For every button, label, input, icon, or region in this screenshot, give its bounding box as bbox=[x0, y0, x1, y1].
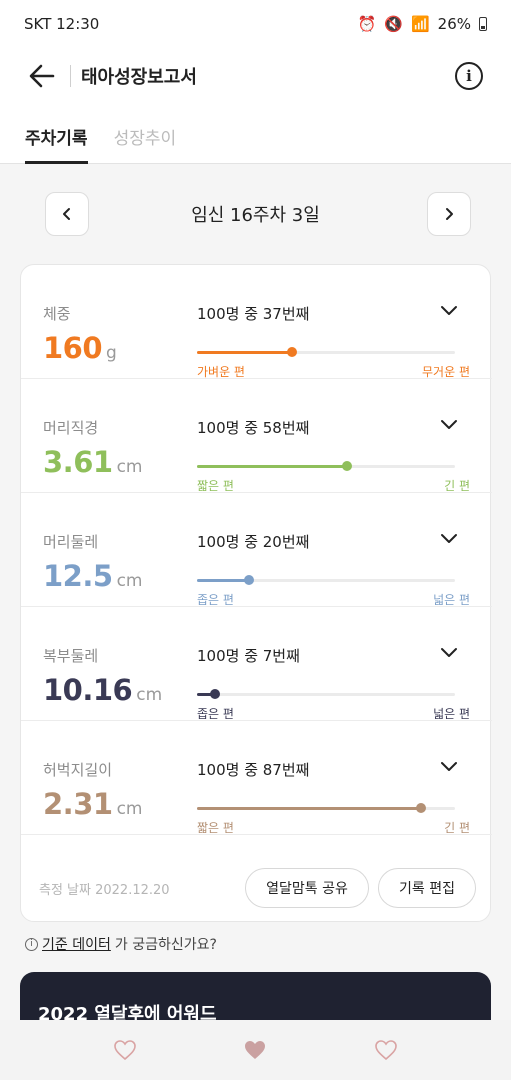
percentile-track bbox=[197, 347, 455, 357]
tab-growth-trend[interactable]: 성장추이 bbox=[114, 104, 177, 164]
measurement-value: 10.16 cm bbox=[43, 673, 162, 707]
percentile-fill bbox=[197, 465, 347, 468]
info-icon: i bbox=[466, 67, 472, 85]
range-min-label: 짧은 편 bbox=[197, 821, 234, 835]
info-button[interactable]: i bbox=[455, 62, 483, 90]
edit-record-button[interactable]: 기록 편집 bbox=[378, 868, 476, 908]
chevron-down-icon[interactable] bbox=[439, 645, 459, 661]
week-navigator: 임신 16주차 3일 bbox=[0, 190, 511, 238]
app-bar: 태아성장보고서 i bbox=[0, 48, 511, 104]
heart-outline-icon[interactable] bbox=[113, 1038, 137, 1062]
percentile-track bbox=[197, 803, 455, 813]
back-button[interactable] bbox=[14, 48, 70, 104]
measurement-value: 3.61 cm bbox=[43, 445, 142, 479]
rank-text: 100명 중 87번째 bbox=[197, 761, 310, 779]
value-unit: cm bbox=[136, 685, 163, 705]
range-min-label: 가벼운 편 bbox=[197, 365, 245, 379]
measurement-row[interactable]: 머리둘레 12.5 cm 100명 중 20번째좁은 편 넓은 편 bbox=[21, 493, 492, 607]
measurement-card: 체중 160 g 100명 중 37번째 가벼운 편 무거운 편 머리직경 3.61 cm 100… bbox=[20, 264, 492, 923]
chevron-left-icon bbox=[63, 208, 70, 220]
measure-date: 측정 날짜 2022.12.20 bbox=[39, 883, 170, 898]
value-unit: cm bbox=[116, 571, 143, 591]
value-number: 3.61 bbox=[43, 445, 113, 479]
percentile-marker bbox=[243, 575, 254, 585]
value-number: 2.31 bbox=[43, 787, 113, 821]
percentile-track bbox=[197, 575, 455, 585]
percentile-fill bbox=[197, 807, 422, 810]
percentile-fill bbox=[197, 351, 293, 354]
page-title: 태아성장보고서 bbox=[81, 67, 197, 88]
rank-text: 100명 중 58번째 bbox=[197, 419, 310, 437]
measurement-label: 머리둘레 bbox=[43, 533, 99, 551]
range-min-label: 좁은 편 bbox=[197, 707, 234, 721]
value-unit: cm bbox=[116, 799, 143, 819]
percentile-fill bbox=[197, 579, 249, 582]
alarm-icon: ⏰ bbox=[357, 15, 377, 33]
value-number: 12.5 bbox=[43, 559, 113, 593]
prev-week-button[interactable] bbox=[45, 192, 89, 236]
share-button[interactable]: 열달맘톡 공유 bbox=[245, 868, 369, 908]
value-number: 10.16 bbox=[43, 673, 133, 707]
status-time: SKT 12:30 bbox=[24, 15, 100, 33]
percentile-marker bbox=[210, 689, 221, 699]
percentile-track bbox=[197, 461, 455, 471]
measurement-value: 2.31 cm bbox=[43, 787, 142, 821]
measurement-label: 복부둘레 bbox=[43, 647, 99, 665]
battery-percent: 26% bbox=[437, 15, 471, 33]
help-text: i 기준 데이터 가 궁금하신가요? bbox=[25, 934, 217, 954]
measurement-row[interactable]: 복부둘레 10.16 cm 100명 중 7번째좁은 편 넓은 편 bbox=[21, 607, 492, 721]
measurement-label: 체중 bbox=[43, 305, 71, 323]
percentile-track bbox=[197, 689, 455, 699]
measurement-row[interactable]: 허벅지길이 2.31 cm 100명 중 87번째짧은 편 긴 편 bbox=[21, 721, 492, 835]
rank-text: 100명 중 37번째 bbox=[197, 305, 310, 323]
tab-weekly-record[interactable]: 주차기록 bbox=[25, 104, 88, 164]
chevron-down-icon[interactable] bbox=[439, 303, 459, 319]
rank-text: 100명 중 20번째 bbox=[197, 533, 310, 551]
chevron-down-icon[interactable] bbox=[439, 759, 459, 775]
status-bar: SKT 12:30 ⏰ 🔇 📶 26% bbox=[0, 0, 511, 48]
reference-data-link[interactable]: 기준 데이터 bbox=[42, 934, 111, 954]
title-divider bbox=[70, 65, 71, 87]
status-icons: ⏰ 🔇 📶 26% bbox=[358, 15, 487, 33]
chevron-right-icon bbox=[446, 208, 453, 220]
measurement-value: 160 g bbox=[43, 331, 117, 365]
range-max-label: 넓은 편 bbox=[433, 707, 470, 721]
range-min-label: 좁은 편 bbox=[197, 593, 234, 607]
range-max-label: 무거운 편 bbox=[422, 365, 470, 379]
value-number: 160 bbox=[43, 331, 103, 365]
percentile-marker bbox=[416, 803, 427, 813]
next-week-button[interactable] bbox=[427, 192, 471, 236]
info-small-icon: i bbox=[25, 937, 38, 951]
range-max-label: 긴 편 bbox=[444, 821, 470, 835]
card-footer: 측정 날짜 2022.12.20 열달맘톡 공유 기록 편집 bbox=[21, 835, 492, 923]
measurement-label: 머리직경 bbox=[43, 419, 99, 437]
battery-icon bbox=[479, 17, 487, 31]
tab-bar: 주차기록 성장추이 bbox=[0, 104, 511, 164]
heart-outline-icon[interactable] bbox=[374, 1038, 398, 1062]
bottom-nav bbox=[0, 1020, 511, 1080]
value-unit: cm bbox=[116, 457, 143, 477]
chevron-down-icon[interactable] bbox=[439, 531, 459, 547]
percentile-marker bbox=[287, 347, 298, 357]
range-max-label: 넓은 편 bbox=[433, 593, 470, 607]
value-unit: g bbox=[106, 343, 117, 363]
chevron-down-icon[interactable] bbox=[439, 417, 459, 433]
measurement-label: 허벅지길이 bbox=[43, 761, 113, 779]
week-title: 임신 16주차 3일 bbox=[191, 205, 320, 226]
range-max-label: 긴 편 bbox=[444, 479, 470, 493]
heart-filled-icon[interactable] bbox=[243, 1038, 267, 1062]
rank-text: 100명 중 7번째 bbox=[197, 647, 300, 665]
percentile-marker bbox=[341, 461, 352, 471]
help-question: 가 궁금하신가요? bbox=[114, 937, 217, 953]
measurement-value: 12.5 cm bbox=[43, 559, 142, 593]
wifi-icon: 📶 bbox=[410, 15, 430, 33]
measurement-row[interactable]: 체중 160 g 100명 중 37번째가벼운 편 무거운 편 bbox=[21, 265, 492, 379]
mute-icon: 🔇 bbox=[384, 15, 403, 33]
arrow-left-icon bbox=[29, 64, 55, 88]
range-min-label: 짧은 편 bbox=[197, 479, 234, 493]
measurement-row[interactable]: 머리직경 3.61 cm 100명 중 58번째짧은 편 긴 편 bbox=[21, 379, 492, 493]
